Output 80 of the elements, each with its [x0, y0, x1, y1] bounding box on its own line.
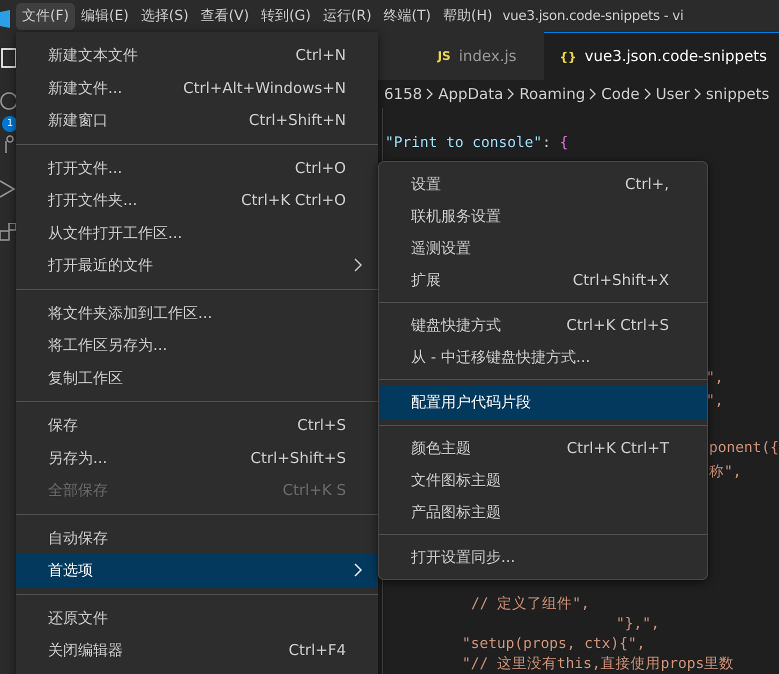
menu-item[interactable]: 转到(G)	[255, 2, 317, 30]
breadcrumb-item[interactable]: 6158	[384, 82, 422, 106]
menu-item[interactable]: 将工作区另存为...	[16, 329, 378, 362]
menu-item[interactable]: 遥测设置	[379, 232, 707, 264]
code-line: "Print to console": {	[385, 134, 568, 152]
shortcut-label: Ctrl+F4	[288, 640, 346, 661]
chevron-icon	[589, 88, 598, 100]
chevron-icon	[426, 88, 434, 100]
menu-item[interactable]: 键盘快捷方式 Ctrl+K Ctrl+S	[379, 309, 707, 341]
breadcrumb-item[interactable]: snippets	[706, 82, 770, 106]
menu-item[interactable]: 打开最近的文件	[16, 249, 378, 282]
shortcut-label: Ctrl+Shift+S	[250, 448, 346, 468]
menu-item[interactable]: 颜色主题 Ctrl+K Ctrl+T	[379, 432, 707, 464]
menu-item[interactable]: 配置用户代码片段	[379, 386, 707, 419]
code-line: ",	[706, 368, 724, 388]
menu-item[interactable]: 扩展 Ctrl+Shift+X	[379, 264, 707, 296]
menu-item[interactable]: 另存为... Ctrl+Shift+S	[16, 442, 378, 474]
menu-item[interactable]: 新建文本文件 Ctrl+N	[16, 39, 378, 72]
menu-item[interactable]: 帮助(H)	[437, 2, 498, 30]
menu-item[interactable]: 选择(S)	[134, 2, 195, 30]
menu-item[interactable]: 打开设置同步...	[379, 541, 707, 573]
breadcrumb-item[interactable]: Roaming	[519, 82, 586, 106]
menu-item[interactable]: 打开文件夹... Ctrl+K Ctrl+O	[16, 184, 378, 216]
menu-item[interactable]: 文件图标主题	[379, 464, 707, 496]
js-file-icon: JS	[438, 47, 451, 65]
code-line: "},",	[616, 615, 660, 634]
search-icon[interactable]	[0, 90, 16, 112]
menu-item[interactable]: 复制工作区	[16, 362, 378, 394]
code-line: "setup(props, ctx){",	[462, 635, 646, 654]
menu-item[interactable]: 从 - 中迁移键盘快捷方式...	[379, 341, 707, 373]
shortcut-label: Ctrl+,	[624, 174, 669, 195]
chevron-icon	[354, 563, 362, 578]
menu-item[interactable]: 从文件打开工作区...	[16, 216, 378, 249]
shortcut-label: Ctrl+K Ctrl+O	[241, 190, 346, 211]
menu-item[interactable]: 新建窗口 Ctrl+Shift+N	[16, 104, 378, 136]
code-line: 称",	[709, 462, 742, 482]
run-icon[interactable]	[0, 178, 16, 200]
extensions-icon[interactable]	[0, 222, 16, 244]
menu-item[interactable]: 终端(T)	[378, 2, 438, 30]
menu-item[interactable]: 文件(F)	[16, 2, 75, 30]
code-line: ponent({	[709, 439, 779, 458]
shortcut-label: Ctrl+S	[297, 415, 346, 436]
files-icon[interactable]	[0, 46, 16, 68]
menu-item[interactable]: 查看(V)	[194, 2, 256, 30]
chevron-icon	[694, 88, 702, 100]
chevron-icon	[354, 258, 362, 272]
shortcut-label: Ctrl+K Ctrl+T	[566, 438, 669, 459]
window-title: vue3.json.code-snippets - vi	[502, 6, 684, 26]
shortcut-label: Ctrl+Shift+X	[572, 270, 669, 291]
chevron-icon	[507, 88, 516, 100]
menu-item[interactable]: 首选项	[16, 554, 378, 586]
menu-item[interactable]: 设置 Ctrl+,	[379, 168, 707, 200]
app-logo-icon	[0, 7, 10, 25]
menu-item[interactable]: 打开文件... Ctrl+O	[16, 152, 378, 184]
breadcrumb-item[interactable]: User	[656, 82, 690, 106]
code-line: ",	[706, 392, 724, 411]
menu-item[interactable]: 联机服务设置	[379, 200, 707, 232]
menu-item[interactable]: 保存 Ctrl+S	[16, 409, 378, 442]
chevron-icon	[644, 88, 652, 100]
json-file-icon: {}	[560, 48, 577, 66]
code-line: "// 这里没有this,直接使用props里数	[462, 655, 734, 674]
menu-item[interactable]: 将文件夹添加到工作区...	[16, 296, 378, 329]
shortcut-label: Ctrl+O	[294, 158, 346, 178]
code-line: // 定义了组件",	[471, 594, 590, 614]
menu-item[interactable]: 自动保存	[16, 522, 378, 554]
breadcrumb-item[interactable]: AppData	[438, 82, 504, 106]
shortcut-label: Ctrl+K S	[282, 480, 346, 501]
shortcut-label: Ctrl+N	[296, 45, 346, 66]
shortcut-label: Ctrl+Alt+Windows+N	[183, 78, 346, 98]
menu-item[interactable]: 还原文件	[16, 602, 378, 634]
shortcut-label: Ctrl+K Ctrl+S	[566, 314, 669, 336]
shortcut-label: Ctrl+Shift+N	[248, 110, 346, 131]
badge-count: 1	[2, 116, 16, 132]
breadcrumb-item[interactable]: Code	[601, 82, 640, 106]
menu-item[interactable]: 新建文件... Ctrl+Alt+Windows+N	[16, 72, 378, 104]
menu-item[interactable]: 产品图标主题	[379, 496, 707, 528]
menu-item[interactable]: 运行(R)	[316, 2, 378, 30]
editor-tab[interactable]: {} vue3.json.code-snippets	[544, 32, 779, 80]
menu-item[interactable]: 关闭编辑器 Ctrl+F4	[16, 634, 378, 666]
menu-item[interactable]: 编辑(E)	[74, 2, 135, 30]
